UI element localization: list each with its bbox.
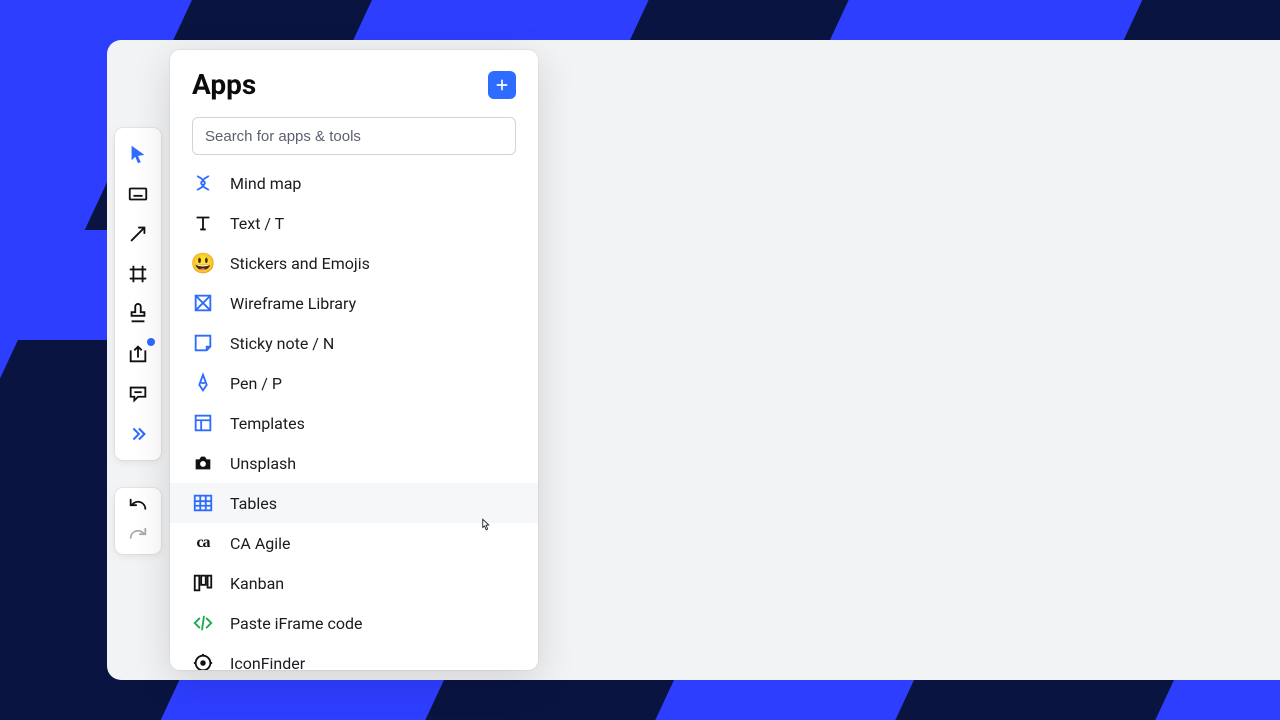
app-label: Pen / P bbox=[230, 374, 282, 393]
side-toolbar bbox=[115, 128, 161, 460]
arrow-tool[interactable] bbox=[115, 214, 161, 254]
comment-tool[interactable] bbox=[115, 374, 161, 414]
app-label: Templates bbox=[230, 414, 305, 433]
iconfinder-icon bbox=[192, 652, 214, 670]
apps-list: Mind map Text / T 😃 Stickers and Emojis … bbox=[170, 163, 538, 670]
cursor-icon bbox=[127, 143, 149, 165]
comment-icon bbox=[127, 383, 149, 405]
camera-icon bbox=[192, 452, 214, 474]
add-app-button[interactable] bbox=[488, 71, 516, 99]
stamp-tool[interactable] bbox=[115, 294, 161, 334]
arrow-icon bbox=[127, 223, 149, 245]
sticky-note-icon bbox=[192, 332, 214, 354]
app-item-templates[interactable]: Templates bbox=[170, 403, 538, 443]
app-label: IconFinder bbox=[230, 654, 305, 671]
mind-map-icon bbox=[192, 172, 214, 194]
app-item-ca-agile[interactable]: ca CA Agile bbox=[170, 523, 538, 563]
app-item-unsplash[interactable]: Unsplash bbox=[170, 443, 538, 483]
app-item-iframe[interactable]: Paste iFrame code bbox=[170, 603, 538, 643]
frame-icon bbox=[127, 263, 149, 285]
app-label: Tables bbox=[230, 494, 277, 513]
app-item-wireframe[interactable]: Wireframe Library bbox=[170, 283, 538, 323]
frame-tool[interactable] bbox=[115, 254, 161, 294]
code-icon bbox=[192, 612, 214, 634]
app-item-pen[interactable]: Pen / P bbox=[170, 363, 538, 403]
apps-panel: Apps Mind map Text / T 😃 Stickers and Em… bbox=[170, 50, 538, 670]
emoji-icon: 😃 bbox=[192, 252, 214, 274]
table-icon bbox=[192, 492, 214, 514]
apps-search-input[interactable] bbox=[192, 117, 516, 155]
card-icon bbox=[127, 183, 149, 205]
app-label: Text / T bbox=[230, 214, 284, 233]
wireframe-icon bbox=[192, 292, 214, 314]
app-item-sticky-note[interactable]: Sticky note / N bbox=[170, 323, 538, 363]
pen-icon bbox=[192, 372, 214, 394]
undo-icon bbox=[127, 496, 149, 518]
redo-icon bbox=[127, 525, 149, 547]
app-label: Wireframe Library bbox=[230, 294, 356, 313]
app-item-text[interactable]: Text / T bbox=[170, 203, 538, 243]
app-label: Kanban bbox=[230, 574, 284, 593]
undo-button[interactable] bbox=[115, 492, 161, 521]
app-item-mind-map[interactable]: Mind map bbox=[170, 163, 538, 203]
plus-icon bbox=[494, 77, 510, 93]
text-icon bbox=[192, 212, 214, 234]
apps-panel-title: Apps bbox=[192, 68, 256, 101]
chevron-right-double-icon bbox=[127, 423, 149, 445]
redo-button[interactable] bbox=[115, 521, 161, 550]
app-item-tables[interactable]: Tables bbox=[170, 483, 538, 523]
history-panel bbox=[115, 488, 161, 554]
notification-dot-icon bbox=[147, 338, 155, 346]
app-label: Stickers and Emojis bbox=[230, 254, 370, 273]
card-tool[interactable] bbox=[115, 174, 161, 214]
app-item-kanban[interactable]: Kanban bbox=[170, 563, 538, 603]
stamp-icon bbox=[127, 303, 149, 325]
app-label: Unsplash bbox=[230, 454, 296, 473]
app-label: CA Agile bbox=[230, 534, 291, 553]
app-label: Sticky note / N bbox=[230, 334, 334, 353]
ca-agile-icon: ca bbox=[192, 532, 214, 554]
app-item-stickers[interactable]: 😃 Stickers and Emojis bbox=[170, 243, 538, 283]
select-tool[interactable] bbox=[115, 134, 161, 174]
upload-tool[interactable] bbox=[115, 334, 161, 374]
kanban-icon bbox=[192, 572, 214, 594]
app-label: Mind map bbox=[230, 174, 301, 193]
app-label: Paste iFrame code bbox=[230, 614, 363, 633]
templates-icon bbox=[192, 412, 214, 434]
more-tools[interactable] bbox=[115, 414, 161, 454]
app-item-iconfinder[interactable]: IconFinder bbox=[170, 643, 538, 670]
upload-icon bbox=[127, 343, 149, 365]
